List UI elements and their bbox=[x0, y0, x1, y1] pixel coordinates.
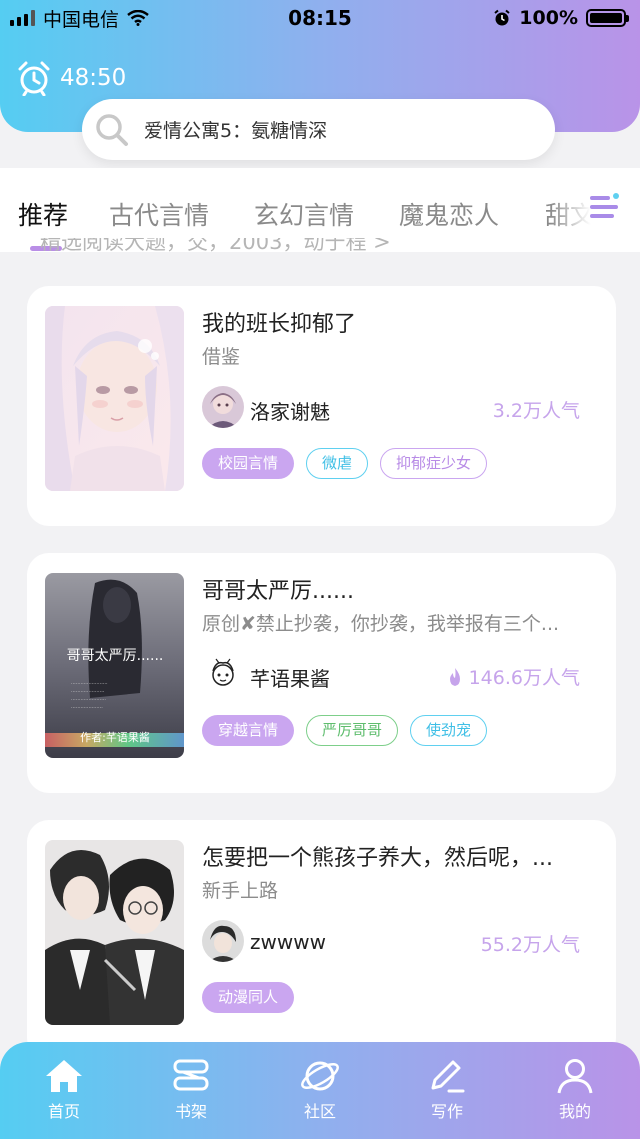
nav-bookshelf[interactable]: 书架 bbox=[151, 1058, 231, 1122]
nav-profile-label: 我的 bbox=[558, 1102, 591, 1121]
nav-bookshelf-label: 书架 bbox=[174, 1102, 207, 1121]
tab-recommend[interactable]: 推荐 bbox=[18, 196, 68, 232]
book-intro: 新手上路 bbox=[202, 880, 279, 902]
tag[interactable]: 使劲宠 bbox=[410, 715, 488, 746]
tag-list: 校园言情 微虐 抑郁症少女 bbox=[202, 448, 488, 479]
tag[interactable]: 动漫同人 bbox=[202, 982, 295, 1013]
book-cover[interactable] bbox=[45, 840, 184, 1025]
popularity-count: 3.2万人气 bbox=[492, 400, 580, 422]
popularity-count: 55.2万人气 bbox=[480, 934, 580, 956]
book-cover[interactable] bbox=[45, 306, 184, 491]
tag[interactable]: 校园言情 bbox=[202, 448, 295, 479]
nav-writing[interactable]: 写作 bbox=[407, 1058, 487, 1122]
book-cover[interactable]: 哥哥太严厉...... ······················· ····… bbox=[45, 573, 184, 758]
category-menu-icon[interactable] bbox=[588, 190, 622, 224]
nav-community[interactable]: 社区 bbox=[280, 1058, 360, 1122]
svg-text:·······················: ······················· bbox=[71, 681, 108, 687]
svg-text:·····················: ····················· bbox=[71, 689, 105, 695]
carrier-label: 中国电信 bbox=[43, 8, 120, 31]
tab-devil-lovers[interactable]: 魔鬼恋人 bbox=[399, 196, 499, 232]
tab-ancient-romance[interactable]: 古代言情 bbox=[109, 196, 209, 232]
nav-writing-label: 写作 bbox=[430, 1102, 463, 1121]
book-title[interactable]: 哥哥太严厉...... bbox=[202, 573, 597, 605]
tag[interactable]: 严厉哥哥 bbox=[306, 715, 399, 746]
signal-icon bbox=[10, 10, 35, 26]
battery-icon bbox=[586, 9, 629, 27]
alarm-icon bbox=[494, 9, 510, 26]
wifi-icon bbox=[127, 10, 149, 26]
nav-home-label: 首页 bbox=[47, 1102, 80, 1121]
reading-timer[interactable]: 48:50 bbox=[16, 60, 126, 96]
book-card[interactable]: 哥哥太严厉...... ······················· ····… bbox=[27, 553, 616, 793]
popularity-count: 146.6万人气 bbox=[447, 663, 580, 690]
status-bar: 中国电信 08:15 100% bbox=[0, 0, 640, 36]
search-icon bbox=[96, 113, 128, 146]
svg-text:······················: ······················ bbox=[71, 697, 106, 703]
alarm-clock-icon bbox=[18, 61, 50, 96]
bookshelf-icon bbox=[173, 1059, 209, 1091]
nav-community-label: 社区 bbox=[303, 1102, 336, 1121]
search-bar[interactable]: 爱情公寓5：氨糖情深 bbox=[82, 99, 555, 160]
pencil-icon bbox=[431, 1060, 465, 1093]
tag-list: 穿越言情 严厉哥哥 使劲宠 bbox=[202, 715, 488, 746]
nav-home[interactable]: 首页 bbox=[24, 1058, 104, 1122]
planet-icon bbox=[301, 1061, 339, 1091]
cover-author: 作者:芊语果酱 bbox=[80, 730, 150, 744]
avatar[interactable] bbox=[202, 386, 244, 428]
flame-icon bbox=[449, 667, 460, 686]
nav-profile[interactable]: 我的 bbox=[535, 1058, 615, 1122]
book-card[interactable]: 我的班长抑郁了 借鉴 洛家谢魅 3.2万人气 校园言情 微虐 抑郁症少女 bbox=[27, 286, 616, 526]
tab-fantasy-romance[interactable]: 玄幻言情 bbox=[254, 196, 354, 232]
avatar[interactable] bbox=[202, 653, 244, 695]
bottom-navigation: 首页 书架 社区 写作 我的 bbox=[0, 1042, 640, 1139]
scrolled-banner-text: 精选阅读大题，交，2003，动于程 > bbox=[40, 238, 391, 254]
book-title[interactable]: 怎要把一个熊孩子养大，然后呢，... bbox=[202, 840, 597, 872]
author-name[interactable]: 洛家谢魅 bbox=[250, 396, 330, 425]
book-card[interactable]: 怎要把一个熊孩子养大，然后呢，... 新手上路 zwwww 55.2万人气 动漫… bbox=[27, 820, 616, 1060]
book-title[interactable]: 我的班长抑郁了 bbox=[202, 306, 597, 338]
cover-title: 哥哥太严厉...... bbox=[67, 648, 164, 664]
tag[interactable]: 穿越言情 bbox=[202, 715, 295, 746]
tag[interactable]: 微虐 bbox=[306, 448, 369, 479]
battery-percent: 100% bbox=[519, 7, 578, 29]
timer-value: 48:50 bbox=[60, 65, 127, 91]
user-icon bbox=[557, 1059, 593, 1094]
book-intro: 借鉴 bbox=[202, 346, 241, 368]
tag-list: 动漫同人 bbox=[202, 982, 295, 1013]
home-icon bbox=[46, 1060, 82, 1092]
tag[interactable]: 抑郁症少女 bbox=[380, 448, 488, 479]
avatar[interactable] bbox=[202, 920, 244, 962]
svg-text:····················: ···················· bbox=[71, 705, 103, 711]
author-name[interactable]: 芊语果酱 bbox=[250, 663, 330, 692]
clock: 08:15 bbox=[288, 6, 352, 30]
search-keyword: 爱情公寓5：氨糖情深 bbox=[144, 120, 328, 142]
book-intro: 原创✘禁止抄袭，你抄袭，我举报有三个... bbox=[202, 613, 560, 635]
author-name[interactable]: zwwww bbox=[250, 930, 326, 954]
